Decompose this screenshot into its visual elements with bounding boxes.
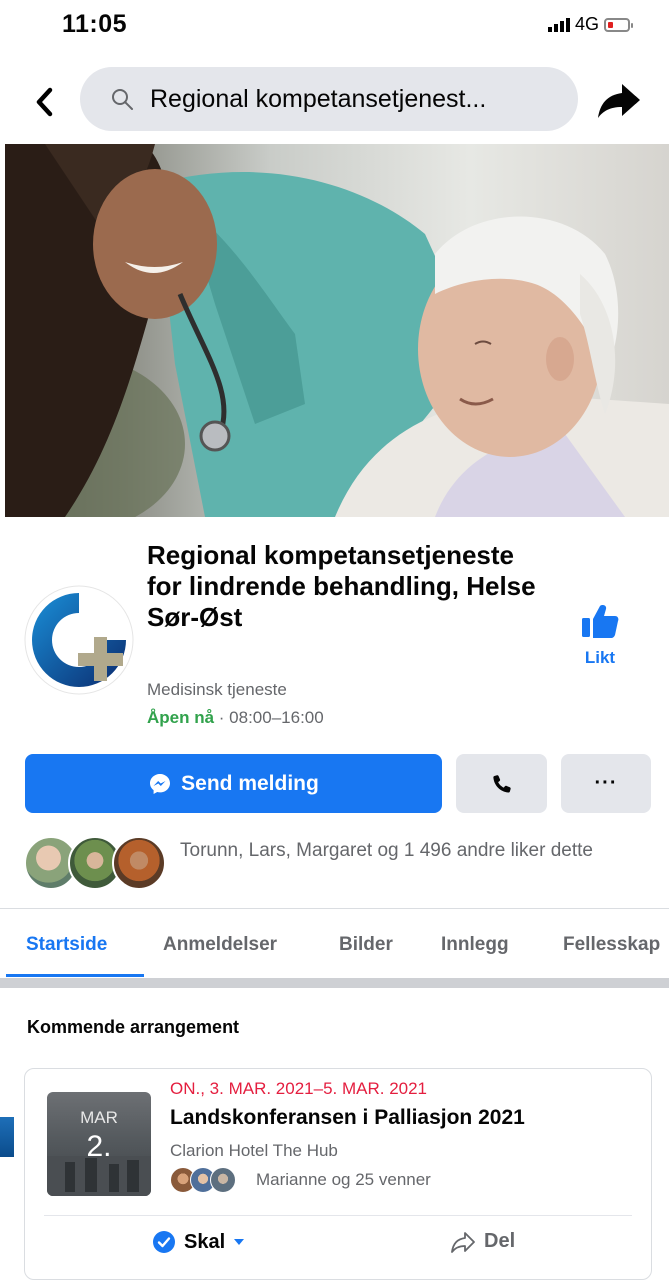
network-type: 4G [575, 14, 600, 34]
page-tabs: Startside Anmeldelser Bilder Innlegg Fel… [0, 910, 669, 978]
messenger-icon [150, 773, 171, 794]
going-label: Skal [184, 1230, 226, 1253]
call-button[interactable] [456, 754, 547, 813]
event-date: ON., 3. MAR. 2021–5. MAR. 2021 [170, 1079, 428, 1098]
event-card-divider [44, 1215, 632, 1216]
event-thumbnail[interactable]: MAR 2. [47, 1092, 151, 1196]
status-indicators: 4G [548, 14, 634, 35]
edge-artifact [0, 1117, 14, 1157]
events-section-title: Kommende arrangement [27, 1017, 240, 1037]
search-bar[interactable]: Regional kompetansetjenest... [80, 67, 578, 131]
share-arrow-icon [598, 84, 640, 118]
signal-icon [548, 17, 570, 32]
like-button[interactable]: Likt [570, 603, 630, 668]
event-month: MAR [80, 1108, 118, 1127]
open-status: Åpen nå [147, 708, 215, 727]
phone-icon [492, 774, 511, 793]
avatar [210, 1167, 236, 1193]
battery-icon [604, 17, 634, 32]
back-button[interactable] [30, 84, 60, 120]
event-friends-going: Marianne og 25 venner [256, 1170, 431, 1189]
tab-bilder[interactable]: Bilder [339, 934, 393, 956]
caret-down-icon [234, 1239, 245, 1245]
event-day: 2. [86, 1130, 112, 1163]
chevron-left-icon [36, 87, 53, 117]
status-time: 11:05 [62, 10, 128, 38]
cover-photo-illustration [5, 144, 669, 517]
logo-image [24, 585, 134, 695]
active-tab-indicator [6, 974, 144, 977]
liker-avatars[interactable] [24, 836, 166, 890]
section-separator [0, 978, 669, 988]
search-text: Regional kompetansetjenest... [150, 84, 487, 113]
thumbs-up-icon [582, 605, 619, 638]
going-button[interactable]: Skal [152, 1230, 245, 1254]
tab-anmeldelser[interactable]: Anmeldelser [163, 934, 277, 956]
divider [0, 908, 669, 909]
event-location: Clarion Hotel The Hub [170, 1141, 338, 1160]
page-category: Medisinsk tjeneste [147, 680, 287, 699]
tab-innlegg[interactable]: Innlegg [441, 934, 509, 956]
tab-fellesskap[interactable]: Fellesskap [563, 934, 660, 956]
cover-photo[interactable] [5, 144, 669, 517]
tab-startside[interactable]: Startside [26, 934, 107, 956]
likers-text[interactable]: Torunn, Lars, Margaret og 1 496 andre li… [180, 838, 650, 863]
search-icon [112, 89, 133, 110]
page-logo[interactable] [24, 585, 134, 695]
send-message-label: Send melding [181, 771, 319, 795]
more-options-button[interactable]: ··· [561, 754, 651, 813]
avatar [112, 836, 166, 890]
share-event-label: Del [484, 1230, 516, 1252]
page-name: Regional kompetansetjeneste for lindrend… [147, 540, 536, 632]
share-outline-icon [451, 1231, 475, 1253]
opening-hours: Åpen nå · 08:00–16:00 [147, 708, 324, 728]
like-label: Likt [584, 648, 616, 667]
share-event-button[interactable]: Del [450, 1230, 515, 1253]
send-message-button[interactable]: Send melding [25, 754, 442, 813]
check-circle-icon [153, 1231, 175, 1253]
hours-text: · 08:00–16:00 [214, 708, 324, 727]
event-friend-avatars [170, 1167, 242, 1193]
share-button[interactable] [596, 80, 642, 120]
event-title[interactable]: Landskonferansen i Palliasjon 2021 [170, 1106, 525, 1130]
